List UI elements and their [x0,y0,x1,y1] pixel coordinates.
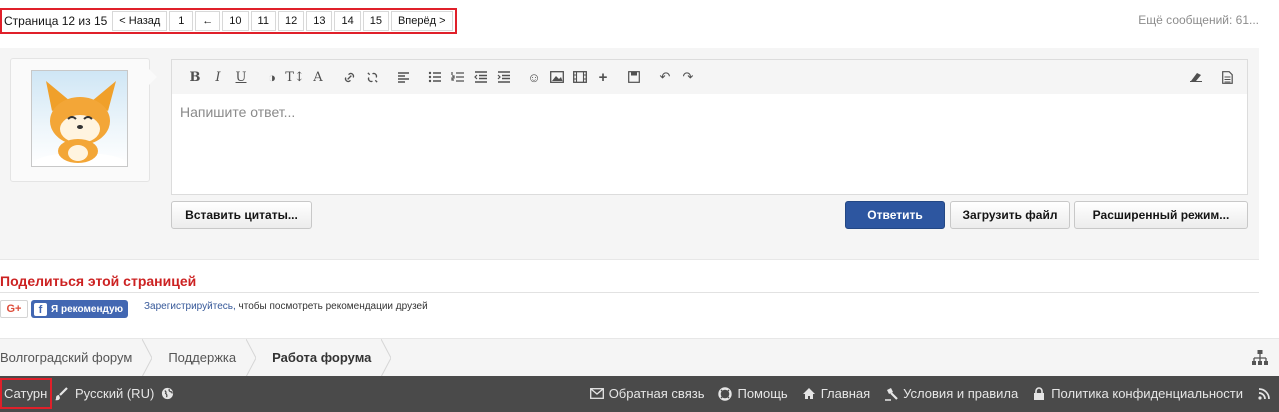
pagination: Страница 12 из 15 < Назад 1 ← 10 11 12 1… [0,8,457,34]
page-10-button[interactable]: 10 [222,11,249,31]
quick-reply: B I U ◑ T↕ A ☺ + ↶ ↷ Напишите ответ... В… [0,48,1259,260]
privacy-label: Политика конфиденциальности [1051,386,1243,401]
smilie-icon[interactable]: ☺ [523,66,545,88]
rss-icon [1257,387,1271,401]
terms-link[interactable]: Условия и правила [884,386,1018,401]
font-icon[interactable]: A [307,66,329,88]
breadcrumb-label: Волгоградский форум [0,350,133,365]
breadcrumb-item-support[interactable]: Поддержка [152,338,257,377]
prev-page-button[interactable]: < Назад [112,11,168,31]
page-jump-button[interactable]: ← [195,11,221,31]
italic-icon[interactable]: I [207,66,229,88]
page-12-button[interactable]: 12 [277,11,305,31]
home-link[interactable]: Главная [802,386,870,401]
breadcrumb-label: Работа форума [272,350,372,365]
facebook-like-label: Я рекомендую [51,303,124,315]
color-icon[interactable]: ◑ [261,66,283,88]
google-plus-button[interactable]: G+ [0,300,28,318]
bbcode-toggle-icon[interactable] [1216,66,1238,88]
next-page-button[interactable]: Вперёд > [390,11,453,31]
outdent-icon[interactable] [469,66,491,88]
indent-icon[interactable] [492,66,514,88]
facebook-like-button[interactable]: f Я рекомендую [31,300,129,318]
avatar[interactable] [31,70,128,167]
home-label: Главная [820,386,871,401]
font-size-icon[interactable]: T↕ [284,66,306,88]
rss-link[interactable] [1257,387,1271,401]
home-icon [802,387,816,401]
lifebuoy-icon [718,386,733,401]
redo-icon[interactable]: ↷ [677,66,699,88]
insert-more-icon[interactable]: + [592,66,614,88]
help-label: Помощь [737,386,788,401]
page-info: Страница 12 из 15 [4,14,108,28]
number-list-icon[interactable] [446,66,468,88]
message-editor: B I U ◑ T↕ A ☺ + ↶ ↷ Напишите ответ... [171,59,1248,195]
page-13-button[interactable]: 13 [306,11,333,31]
brush-icon [54,387,68,404]
avatar-container [10,58,157,182]
breadcrumb-separator [381,338,392,377]
globe-icon [160,387,174,401]
page-1-button[interactable]: 1 [169,11,194,31]
breadcrumb-separator [246,338,257,377]
image-icon[interactable] [546,66,568,88]
facebook-note: Зарегистрируйтесь, чтобы посмотреть реко… [144,300,434,314]
sitemap-icon[interactable] [1251,349,1269,367]
help-link[interactable]: Помощь [718,386,788,401]
advanced-mode-button[interactable]: Расширенный режим... [1074,201,1248,229]
undo-icon[interactable]: ↶ [654,66,676,88]
privacy-link[interactable]: Политика конфиденциальности [1032,386,1243,401]
footer: Сатурн Русский (RU) Обратная связь Помощ… [0,376,1279,412]
more-messages-link[interactable]: Ещё сообщений: 61... [1138,13,1259,27]
page-14-button[interactable]: 14 [334,11,361,31]
save-draft-icon[interactable] [623,66,645,88]
breadcrumb-item-current[interactable]: Работа форума [256,338,392,377]
style-label: Сатурн [4,386,48,401]
reply-button[interactable]: Ответить [845,201,945,229]
share-title: Поделиться этой страницей [0,273,197,289]
style-chooser[interactable]: Сатурн [0,378,53,409]
align-left-icon[interactable] [392,66,414,88]
underline-icon[interactable]: U [230,66,252,88]
bullet-list-icon[interactable] [423,66,445,88]
page-15-button[interactable]: 15 [362,11,389,31]
feedback-label: Обратная связь [608,386,705,401]
terms-label: Условия и правила [903,386,1019,401]
breadcrumb: Волгоградский форум Поддержка Работа фор… [0,338,1279,377]
unlink-icon[interactable] [361,66,383,88]
breadcrumb-label: Поддержка [168,350,237,365]
feedback-link[interactable]: Обратная связь [589,386,705,401]
envelope-icon [589,387,604,401]
footer-links: Обратная связь Помощь Главная Условия и … [589,386,1271,401]
language-label: Русский (RU) [75,386,155,401]
pagination-row: Страница 12 из 15 < Назад 1 ← 10 11 12 1… [0,8,1279,34]
gavel-icon [884,387,898,401]
language-chooser[interactable]: Русский (RU) [75,386,174,401]
media-icon[interactable] [569,66,591,88]
insert-quotes-button[interactable]: Вставить цитаты... [171,201,312,229]
editor-toolbar: B I U ◑ T↕ A ☺ + ↶ ↷ [172,60,1247,94]
page-11-button[interactable]: 11 [250,11,276,31]
facebook-icon: f [34,302,47,316]
register-link[interactable]: Зарегистрируйтесь, [144,301,236,312]
bold-icon[interactable]: B [184,66,206,88]
reply-textarea[interactable]: Напишите ответ... [172,94,1247,194]
lock-icon [1032,386,1046,401]
share-divider [0,292,1259,293]
breadcrumb-item-forum[interactable]: Волгоградский форум [0,338,153,377]
facebook-note-text: чтобы посмотреть рекомендации друзей [235,301,428,312]
upload-file-button[interactable]: Загрузить файл [950,201,1070,229]
breadcrumb-separator [142,338,153,377]
remove-format-icon[interactable] [1185,66,1207,88]
link-icon[interactable] [338,66,360,88]
